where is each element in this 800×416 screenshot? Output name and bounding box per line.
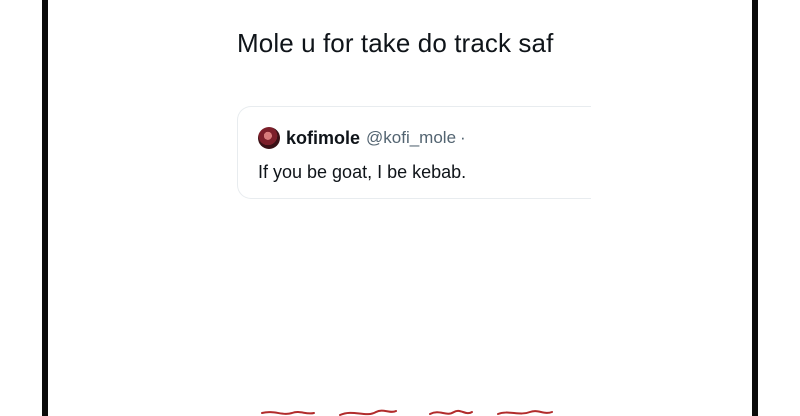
post-text: Mole u for take do track saf: [237, 28, 554, 58]
handwritten-signature: [261, 409, 553, 416]
quoted-tweet-card[interactable]: kofimole @kofi_mole · If you be goat, I …: [237, 106, 591, 199]
quoted-tweet-text: If you be goat, I be kebab.: [258, 162, 467, 182]
avatar[interactable]: [258, 127, 280, 149]
user-handle[interactable]: @kofi_mole: [366, 128, 456, 148]
page: Mole u for take do track saf kofimole @k…: [0, 0, 800, 416]
quoted-tweet-header: kofimole @kofi_mole ·: [258, 126, 466, 150]
separator-dot: ·: [460, 128, 466, 147]
right-frame-border: [752, 0, 758, 416]
display-name[interactable]: kofimole: [286, 128, 360, 149]
left-frame-border: [42, 0, 48, 416]
